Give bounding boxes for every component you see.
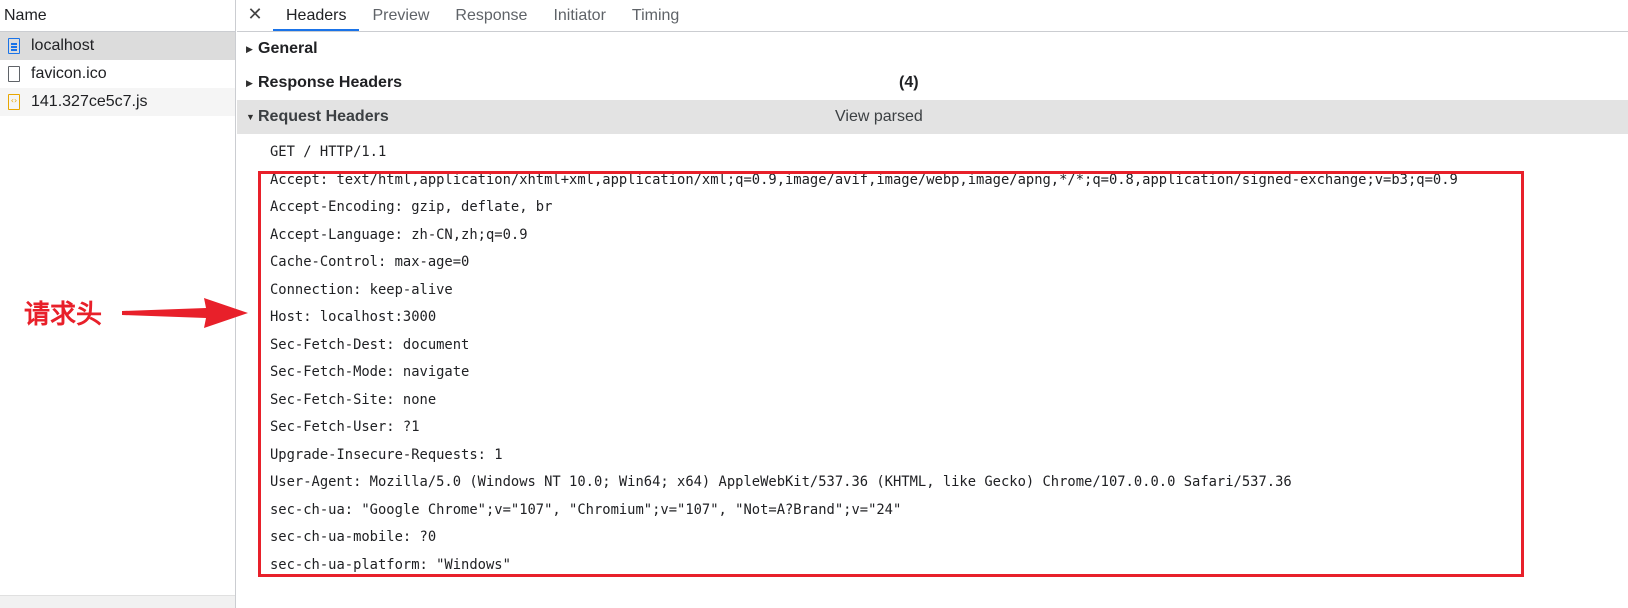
- section-title: Request Headers: [258, 108, 389, 125]
- header-line: Sec-Fetch-Mode: navigate: [270, 364, 470, 380]
- request-item-label: localhost: [31, 37, 95, 54]
- header-line: Host: localhost:3000: [270, 309, 437, 325]
- header-line: Sec-Fetch-Site: none: [270, 391, 437, 408]
- headers-detail-panel: ✕ Headers Preview Response Initiator Tim…: [237, 0, 1628, 608]
- header-line: Accept-Language: zh-CN,zh;q=0.9: [270, 226, 528, 243]
- tab-headers[interactable]: Headers: [273, 2, 360, 31]
- collapse-triangle-icon: ▼: [246, 112, 255, 122]
- expand-triangle-icon: ▶: [246, 78, 253, 88]
- view-parsed-toggle[interactable]: View parsed: [835, 100, 923, 134]
- header-line: Sec-Fetch-Dest: document: [270, 336, 470, 353]
- section-title: Response Headers: [258, 74, 403, 91]
- tab-initiator[interactable]: Initiator: [540, 2, 618, 31]
- section-response-headers[interactable]: ▶ Response Headers (4): [237, 66, 1628, 100]
- file-icon: [8, 66, 20, 82]
- tab-preview[interactable]: Preview: [359, 2, 442, 31]
- raw-request-headers: GET / HTTP/1.1 Accept: text/html,applica…: [237, 134, 1628, 579]
- horizontal-scrollbar[interactable]: [0, 595, 235, 608]
- header-line: Cache-Control: max-age=0: [270, 254, 470, 270]
- request-line: GET / HTTP/1.1: [270, 144, 387, 160]
- header-line: sec-ch-ua-platform: "Windows": [270, 556, 511, 573]
- tab-response[interactable]: Response: [442, 2, 540, 31]
- header-line: User-Agent: Mozilla/5.0 (Windows NT 10.0…: [270, 474, 1292, 490]
- section-general[interactable]: ▶ General: [237, 32, 1628, 66]
- request-item-label: favicon.ico: [31, 65, 107, 82]
- header-count: (4): [899, 74, 919, 91]
- header-line: Accept-Encoding: gzip, deflate, br: [270, 199, 553, 215]
- annotation-arrow-icon: [122, 298, 248, 328]
- header-line: Accept: text/html,application/xhtml+xml,…: [270, 171, 1458, 188]
- expand-triangle-icon: ▶: [246, 44, 253, 54]
- tab-timing[interactable]: Timing: [619, 2, 692, 31]
- header-line: Connection: keep-alive: [270, 281, 453, 298]
- section-title: General: [258, 40, 318, 57]
- header-line: Sec-Fetch-User: ?1: [270, 419, 420, 435]
- detail-tab-bar: ✕ Headers Preview Response Initiator Tim…: [237, 0, 1628, 32]
- request-item-favicon[interactable]: favicon.ico: [0, 60, 235, 88]
- document-icon: [8, 38, 20, 54]
- annotation-label: 请求头: [24, 300, 103, 330]
- close-icon[interactable]: ✕: [237, 0, 273, 31]
- section-request-headers[interactable]: ▼ Request Headers View parsed: [237, 100, 1628, 134]
- header-line: sec-ch-ua: "Google Chrome";v="107", "Chr…: [270, 501, 902, 518]
- header-line: sec-ch-ua-mobile: ?0: [270, 529, 437, 545]
- request-item-script[interactable]: 141.327ce5c7.js: [0, 88, 235, 116]
- script-icon: [8, 94, 20, 110]
- request-item-localhost[interactable]: localhost: [0, 32, 235, 60]
- name-column-header[interactable]: Name: [0, 0, 235, 32]
- header-line: Upgrade-Insecure-Requests: 1: [270, 446, 503, 463]
- request-item-label: 141.327ce5c7.js: [31, 93, 148, 110]
